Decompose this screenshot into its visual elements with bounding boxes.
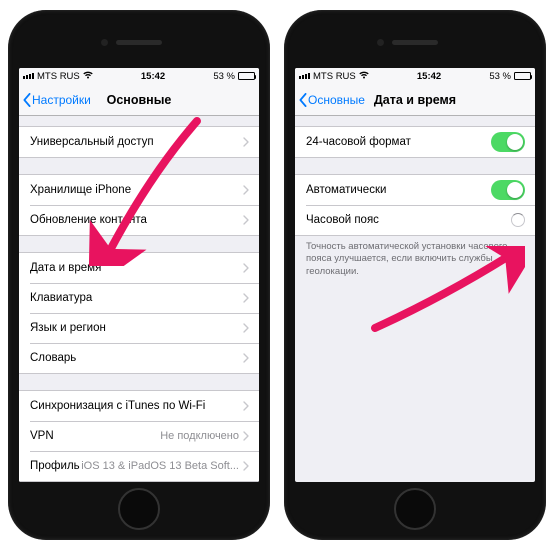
phone-camera <box>101 39 108 46</box>
wifi-icon <box>359 71 369 82</box>
nav-bar: Основные Дата и время <box>295 84 535 116</box>
row-keyboard[interactable]: Клавиатура <box>19 283 259 313</box>
row-automatic: Автоматически <box>295 175 535 205</box>
chevron-right-icon <box>243 461 249 471</box>
battery-percent: 53 % <box>213 71 235 82</box>
row-vpn[interactable]: VPN Не подключено <box>19 421 259 451</box>
row-profile[interactable]: Профиль iOS 13 & iPadOS 13 Beta Soft... <box>19 451 259 481</box>
chevron-left-icon <box>22 93 32 107</box>
row-iphone-storage[interactable]: Хранилище iPhone <box>19 175 259 205</box>
carrier-label: MTS RUS <box>37 71 80 82</box>
chevron-right-icon <box>243 401 249 411</box>
footer-note: Точность автоматической установки часово… <box>295 236 535 283</box>
home-button[interactable] <box>118 488 160 530</box>
profile-value: iOS 13 & iPadOS 13 Beta Soft... <box>81 460 239 472</box>
row-accessibility[interactable]: Универсальный доступ <box>19 127 259 157</box>
nav-bar: Настройки Основные <box>19 84 259 116</box>
row-itunes-wifi-sync[interactable]: Синхронизация с iTunes по Wi-Fi <box>19 391 259 421</box>
back-label: Настройки <box>32 93 91 107</box>
phone-camera <box>377 39 384 46</box>
clock-label: 15:42 <box>369 71 490 82</box>
status-bar: MTS RUS 15:42 53 % <box>19 68 259 84</box>
chevron-right-icon <box>243 263 249 273</box>
row-background-refresh[interactable]: Обновление контента <box>19 205 259 235</box>
back-button[interactable]: Настройки <box>19 93 91 107</box>
toggle-24hour[interactable] <box>491 132 525 152</box>
phone-speaker <box>392 40 438 45</box>
back-button[interactable]: Основные <box>295 93 365 107</box>
clock-label: 15:42 <box>93 71 214 82</box>
row-dictionary[interactable]: Словарь <box>19 343 259 373</box>
loading-spinner-icon <box>511 213 525 227</box>
home-button[interactable] <box>394 488 436 530</box>
chevron-right-icon <box>243 353 249 363</box>
row-24hour: 24-часовой формат <box>295 127 535 157</box>
toggle-automatic[interactable] <box>491 180 525 200</box>
row-date-time[interactable]: Дата и время <box>19 253 259 283</box>
chevron-right-icon <box>243 323 249 333</box>
chevron-right-icon <box>243 293 249 303</box>
battery-percent: 53 % <box>489 71 511 82</box>
settings-list: Универсальный доступ Хранилище iPhone Об… <box>19 116 259 482</box>
signal-icon <box>23 73 34 79</box>
chevron-right-icon <box>243 215 249 225</box>
status-bar: MTS RUS 15:42 53 % <box>295 68 535 84</box>
screen-right: MTS RUS 15:42 53 % Основные Дата и время… <box>295 68 535 482</box>
wifi-icon <box>83 71 93 82</box>
chevron-right-icon <box>243 431 249 441</box>
chevron-right-icon <box>243 137 249 147</box>
row-timezone[interactable]: Часовой пояс <box>295 205 535 235</box>
vpn-value: Не подключено <box>160 430 239 442</box>
row-language-region[interactable]: Язык и регион <box>19 313 259 343</box>
chevron-left-icon <box>298 93 308 107</box>
screen-left: MTS RUS 15:42 53 % Настройки Основные Ун… <box>19 68 259 482</box>
phone-mockup-left: MTS RUS 15:42 53 % Настройки Основные Ун… <box>8 10 270 540</box>
phone-mockup-right: MTS RUS 15:42 53 % Основные Дата и время… <box>284 10 546 540</box>
signal-icon <box>299 73 310 79</box>
back-label: Основные <box>308 93 365 107</box>
phone-speaker <box>116 40 162 45</box>
chevron-right-icon <box>243 185 249 195</box>
date-time-list: 24-часовой формат Автоматически Часовой … <box>295 116 535 482</box>
carrier-label: MTS RUS <box>313 71 356 82</box>
battery-icon <box>238 72 255 80</box>
battery-icon <box>514 72 531 80</box>
